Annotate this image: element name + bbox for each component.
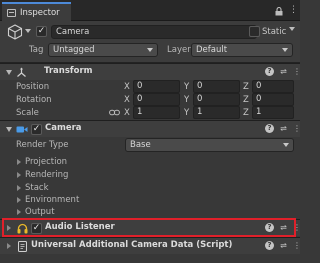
camera-icon bbox=[16, 126, 28, 133]
section-rendering[interactable]: Rendering bbox=[25, 170, 68, 180]
audio-listener-header-icons: ? ⇌ ⋮ bbox=[265, 223, 301, 232]
tag-dropdown[interactable]: Untagged bbox=[48, 43, 158, 57]
render-type-label: Render Type bbox=[16, 140, 69, 150]
render-type-dropdown[interactable]: Base bbox=[125, 138, 294, 152]
cube-dropdown-caret-icon[interactable] bbox=[25, 29, 31, 33]
inspector-titlebar: Inspector ⋮ bbox=[0, 0, 300, 21]
gameobject-cube-icon bbox=[7, 24, 23, 40]
camera-header-icons: ? ⇌ ⋮ bbox=[265, 124, 301, 133]
section-arrow-icon[interactable] bbox=[17, 172, 21, 178]
section-environment[interactable]: Environment bbox=[25, 195, 79, 205]
preset-sliders-icon[interactable]: ⇌ bbox=[279, 124, 288, 133]
context-menu-icon[interactable]: ⋮ bbox=[293, 124, 301, 133]
section-arrow-icon[interactable] bbox=[17, 209, 21, 215]
object-active-checkbox[interactable]: ✓ bbox=[36, 26, 47, 37]
foldout-arrow-icon[interactable] bbox=[7, 225, 11, 231]
transform-header-icons: ? ⇌ ⋮ bbox=[265, 67, 301, 76]
position-y-field[interactable]: 0 bbox=[193, 80, 240, 93]
help-icon[interactable]: ? bbox=[265, 223, 274, 232]
scale-label: Scale bbox=[16, 108, 39, 118]
lock-icon[interactable] bbox=[275, 7, 283, 16]
scale-x-field[interactable]: 1 bbox=[133, 106, 180, 119]
tag-value: Untagged bbox=[53, 45, 95, 55]
rotation-z-axis[interactable]: Z bbox=[243, 95, 249, 105]
rotation-y-field[interactable]: 0 bbox=[193, 93, 240, 106]
preset-sliders-icon[interactable]: ⇌ bbox=[279, 241, 288, 250]
scale-y-field[interactable]: 1 bbox=[193, 106, 240, 119]
transform-icon bbox=[17, 67, 26, 77]
audio-listener-enabled-checkbox[interactable]: ✓ bbox=[31, 223, 42, 234]
preset-sliders-icon[interactable]: ⇌ bbox=[279, 223, 288, 232]
chevron-down-icon bbox=[147, 48, 153, 52]
object-header: ✓ Camera Static Tag Untagged Layer Defau… bbox=[0, 21, 300, 63]
section-projection[interactable]: Projection bbox=[25, 157, 67, 167]
context-menu-icon[interactable]: ⋮ bbox=[293, 67, 301, 76]
headphones-icon bbox=[17, 223, 28, 234]
uacd-title: Universal Additional Camera Data (Script… bbox=[31, 240, 233, 250]
scale-y-axis[interactable]: Y bbox=[184, 108, 189, 118]
chevron-down-icon bbox=[283, 143, 289, 147]
section-arrow-icon[interactable] bbox=[17, 185, 21, 191]
camera-title: Camera bbox=[45, 123, 82, 133]
render-type-value: Base bbox=[130, 140, 151, 150]
rotation-x-axis[interactable]: X bbox=[124, 95, 130, 105]
foldout-arrow-icon[interactable] bbox=[6, 70, 12, 75]
context-menu-icon[interactable]: ⋮ bbox=[293, 241, 301, 250]
inspector-icon bbox=[7, 8, 16, 17]
scale-z-axis[interactable]: Z bbox=[243, 108, 249, 118]
scale-x-axis[interactable]: X bbox=[124, 108, 130, 118]
tab-inspector[interactable]: Inspector bbox=[2, 2, 71, 21]
static-label: Static bbox=[262, 27, 287, 37]
help-icon[interactable]: ? bbox=[265, 67, 274, 76]
rotation-y-axis[interactable]: Y bbox=[184, 95, 189, 105]
section-arrow-icon[interactable] bbox=[17, 197, 21, 203]
rotation-x-field[interactable]: 0 bbox=[133, 93, 180, 106]
static-dropdown-caret-icon[interactable] bbox=[289, 27, 295, 31]
section-output[interactable]: Output bbox=[25, 207, 55, 217]
context-menu-icon[interactable]: ⋮ bbox=[293, 223, 301, 232]
rotation-z-field[interactable]: 0 bbox=[252, 93, 294, 106]
position-label: Position bbox=[16, 82, 50, 92]
position-x-axis[interactable]: X bbox=[124, 82, 130, 92]
foldout-arrow-icon[interactable] bbox=[7, 243, 11, 249]
transform-title: Transform bbox=[44, 66, 93, 76]
foldout-arrow-icon[interactable] bbox=[6, 127, 12, 132]
position-x-field[interactable]: 0 bbox=[133, 80, 180, 93]
transform-header[interactable]: Transform ? ⇌ ⋮ bbox=[0, 63, 301, 80]
tab-inspector-label: Inspector bbox=[20, 7, 60, 18]
uacd-header[interactable]: Universal Additional Camera Data (Script… bbox=[0, 237, 301, 254]
uacd-header-icons: ? ⇌ ⋮ bbox=[265, 241, 301, 250]
layer-dropdown[interactable]: Default bbox=[191, 43, 293, 57]
position-z-axis[interactable]: Z bbox=[243, 82, 249, 92]
transform-body: Position X 0 Y 0 Z 0 Rotation X 0 Y 0 Z … bbox=[0, 80, 300, 120]
layer-value: Default bbox=[196, 45, 228, 55]
rotation-label: Rotation bbox=[16, 95, 52, 105]
audio-listener-title: Audio Listener bbox=[45, 222, 115, 232]
preset-sliders-icon[interactable]: ⇌ bbox=[279, 67, 288, 76]
camera-enabled-checkbox[interactable]: ✓ bbox=[31, 124, 42, 135]
kebab-menu-icon[interactable]: ⋮ bbox=[289, 5, 298, 15]
section-stack[interactable]: Stack bbox=[25, 183, 49, 193]
help-icon[interactable]: ? bbox=[265, 124, 274, 133]
position-y-axis[interactable]: Y bbox=[184, 82, 189, 92]
help-icon[interactable]: ? bbox=[265, 241, 274, 250]
script-icon bbox=[18, 241, 27, 252]
tag-label: Tag bbox=[29, 45, 44, 55]
audio-listener-header[interactable]: ✓ Audio Listener ? ⇌ ⋮ bbox=[0, 219, 301, 236]
section-arrow-icon[interactable] bbox=[17, 159, 21, 165]
layer-label: Layer bbox=[167, 45, 191, 55]
chevron-down-icon bbox=[282, 48, 288, 52]
scale-z-field[interactable]: 1 bbox=[252, 106, 294, 119]
position-z-field[interactable]: 0 bbox=[252, 80, 294, 93]
link-icon[interactable] bbox=[109, 109, 120, 116]
static-checkbox[interactable] bbox=[249, 26, 260, 37]
camera-header[interactable]: ✓ Camera ? ⇌ ⋮ bbox=[0, 120, 301, 137]
camera-body: Render Type Base Projection Rendering St… bbox=[0, 137, 300, 217]
object-name-field[interactable]: Camera bbox=[51, 25, 257, 39]
